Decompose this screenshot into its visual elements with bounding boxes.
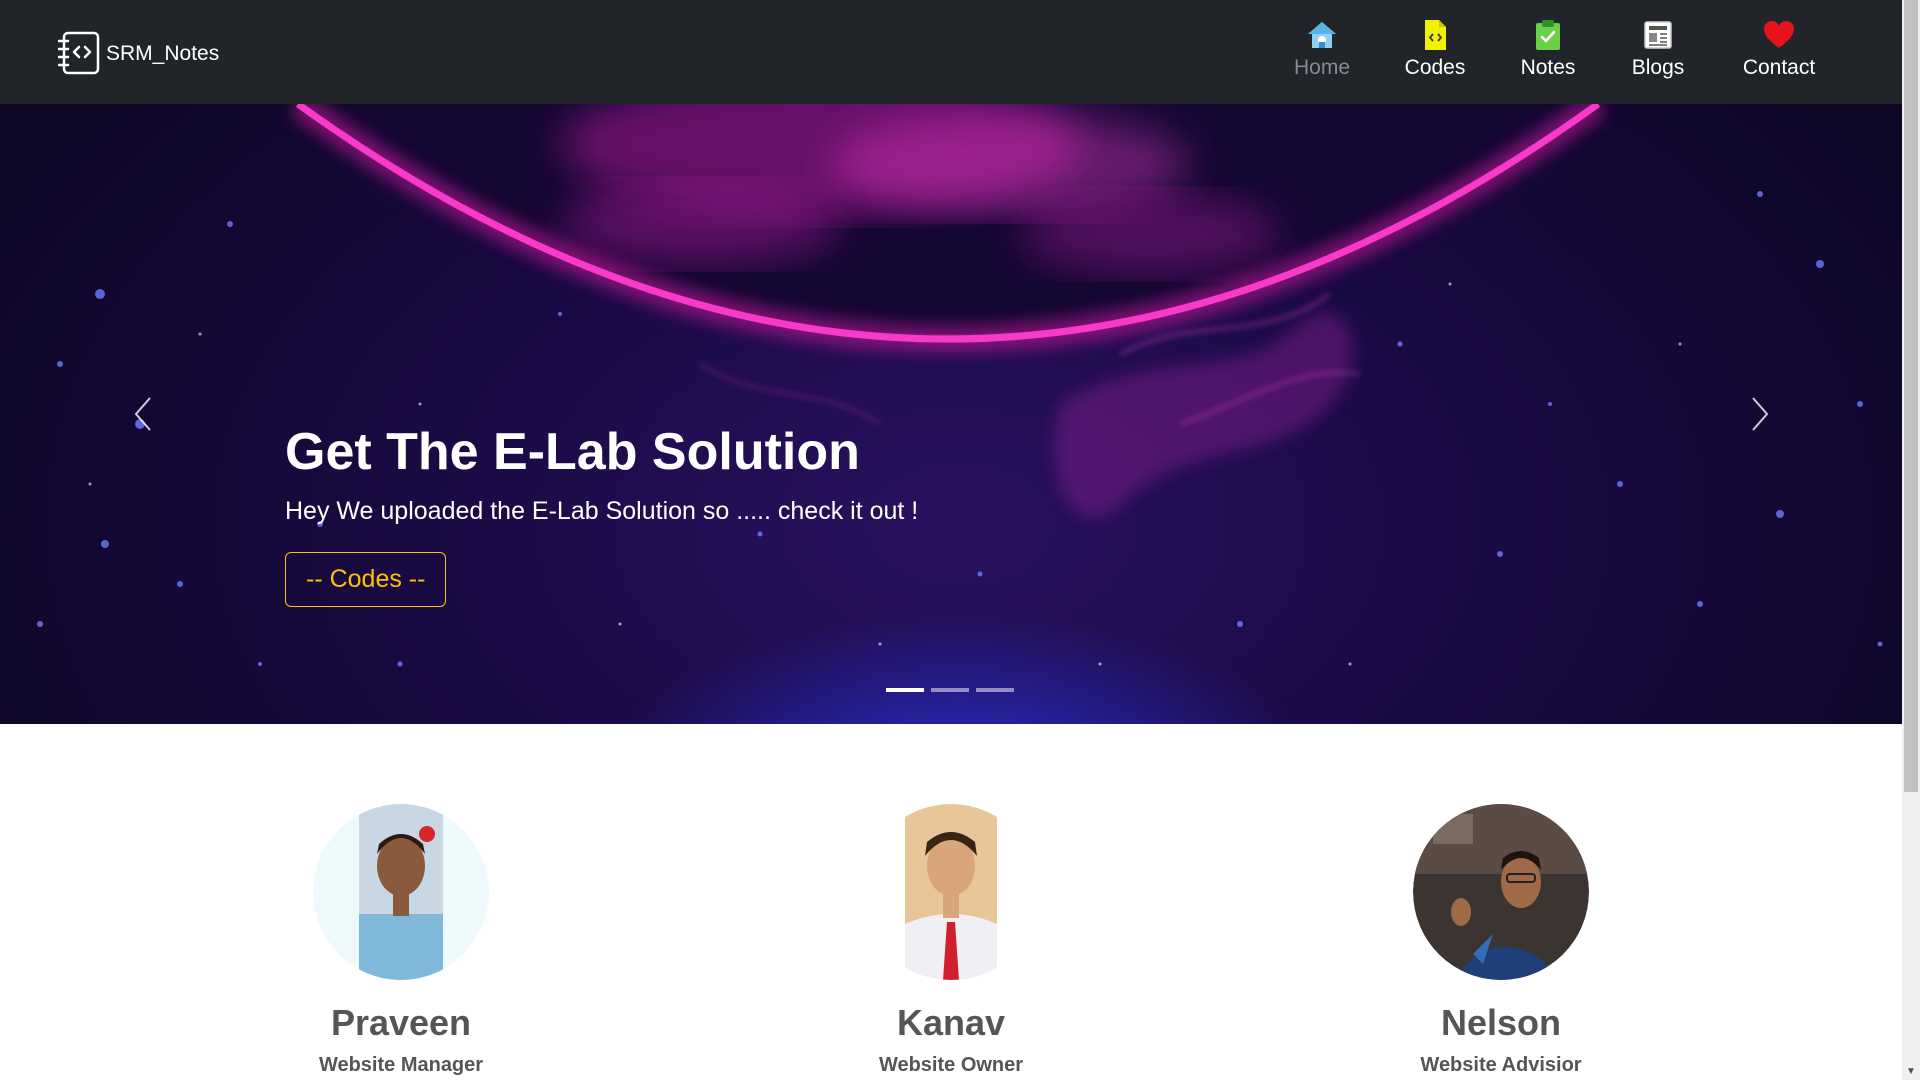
nav-label-home: Home (1293, 56, 1351, 79)
codes-button[interactable]: -- Codes -- (285, 552, 447, 608)
nav-item-blogs[interactable]: Blogs (1628, 18, 1688, 86)
team-member-card: Praveen Website Manager (251, 804, 551, 1077)
hero-subtitle: Hey We uploaded the E-Lab Solution so ..… (285, 497, 919, 526)
code-notebook-icon (58, 31, 100, 75)
carousel-prev-button[interactable] (113, 384, 173, 444)
avatar (1413, 804, 1589, 980)
newspaper-icon (1644, 21, 1672, 49)
team-member-card: Nelson Website Advisior (1351, 804, 1651, 1077)
carousel-caption: Get The E-Lab Solution Hey We uploaded t… (285, 423, 919, 608)
nav-label-codes: Codes (1404, 56, 1466, 79)
scroll-down-arrow-icon[interactable]: ▼ (1902, 1062, 1920, 1080)
carousel-indicator-1[interactable] (886, 688, 924, 692)
home-icon (1308, 22, 1336, 48)
nav-label-contact: Contact (1742, 56, 1816, 79)
team-member-role: Website Owner (878, 1054, 1024, 1076)
clipboard-check-icon (1536, 20, 1560, 50)
nav-item-codes[interactable]: Codes (1405, 18, 1465, 86)
chevron-right-icon (1752, 397, 1769, 431)
page-scrollbar[interactable]: ▼ (1902, 0, 1920, 1080)
carousel-indicators (886, 688, 1014, 692)
space-planet-background (37, 104, 1883, 667)
navbar: SRM_Notes Home Codes Notes Blogs Contact (0, 0, 1902, 104)
nav-label-notes: Notes (1520, 56, 1576, 79)
nav-item-contact[interactable]: Contact (1741, 18, 1817, 86)
carousel-indicator-3[interactable] (976, 688, 1014, 692)
team-member-card: Kanav Website Owner (801, 804, 1101, 1077)
team-member-role: Website Manager (318, 1054, 484, 1076)
brand-name: SRM_Notes (106, 41, 220, 65)
scrollbar-thumb[interactable] (1904, 0, 1918, 792)
team-member-name: Kanav (896, 1002, 1006, 1043)
heart-icon (1764, 21, 1794, 48)
hero-title: Get The E-Lab Solution (285, 423, 860, 481)
avatar (863, 804, 1039, 980)
avatar (313, 804, 489, 980)
nav-label-blogs: Blogs (1631, 56, 1685, 79)
brand-link[interactable]: SRM_Notes (58, 30, 219, 76)
nav-item-home[interactable]: Home (1292, 18, 1352, 86)
chevron-left-icon (134, 397, 151, 431)
team-member-name: Nelson (1440, 1002, 1562, 1043)
team-member-name: Praveen (330, 1002, 472, 1043)
team-member-role: Website Advisior (1420, 1054, 1582, 1076)
hero-carousel: Get The E-Lab Solution Hey We uploaded t… (0, 104, 1902, 724)
nav-item-notes[interactable]: Notes (1518, 18, 1578, 86)
carousel-next-button[interactable] (1730, 384, 1790, 444)
carousel-indicator-2[interactable] (931, 688, 969, 692)
code-file-icon (1425, 20, 1446, 50)
